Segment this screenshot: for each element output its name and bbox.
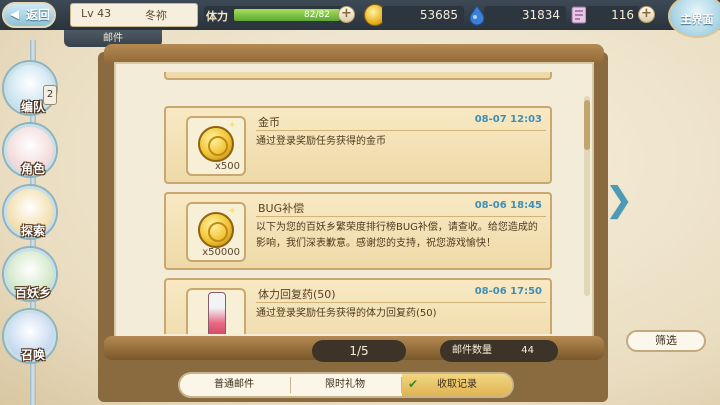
potion-icon [208, 292, 226, 334]
mail-body: 以下为您的百妖乡繁荣度排行榜BUG补偿，请查收。给您造成的影响，我们深表歉意。感… [256, 222, 538, 249]
stamina-bar: 体力 82/82 [204, 6, 352, 24]
gold-value: 53685 [419, 8, 458, 22]
reward-quantity: x500 [214, 161, 240, 172]
mail-item[interactable]: ✦ x500 金币 08-07 12:03 通过登录奖励任务获得的金币 [164, 106, 552, 184]
gem-counter: 31834 [484, 6, 566, 24]
stamina-value: 82/82 [304, 10, 330, 20]
mail-title: 体力回复药(50) [258, 288, 336, 301]
next-page-arrow-icon[interactable]: ❯ [604, 176, 634, 224]
ticket-value: 116 [611, 8, 634, 22]
player-level: Lv 43 [81, 7, 112, 20]
sidebar-item-character[interactable]: 角色 [4, 124, 56, 176]
sidebar-item-label: 角色 [20, 162, 45, 176]
reward-slot: ✦ x50000 [186, 202, 246, 262]
mail-scrollbar[interactable] [584, 96, 590, 296]
mail-title: BUG补偿 [258, 202, 305, 215]
sidebar-item-label: 编队 [20, 100, 45, 114]
mail-title: 金币 [258, 116, 280, 129]
mail-divider [256, 216, 546, 217]
mail-body: 通过登录奖励任务获得的金币 [256, 136, 386, 147]
gold-counter: 53685 [382, 6, 464, 24]
mail-date: 08-06 18:45 [474, 200, 542, 211]
add-ticket-button[interactable]: + [638, 6, 655, 23]
add-stamina-button[interactable]: + [338, 6, 355, 23]
mail-item-partial[interactable] [164, 72, 552, 80]
player-info: Lv 43 冬祢 [70, 3, 198, 27]
sidebar-item-team[interactable]: 2 编队 [4, 62, 57, 114]
player-name: 冬祢 [145, 9, 167, 22]
reward-slot: ✦ x500 [186, 116, 246, 176]
check-icon: ✔ [408, 377, 419, 391]
gem-value: 31834 [521, 8, 560, 22]
filter-button[interactable]: 筛选 [626, 330, 706, 352]
mail-item[interactable]: ✦ x50000 BUG补偿 08-06 18:45 以下为您的百妖乡繁荣度排行… [164, 192, 552, 270]
mail-divider [256, 302, 546, 303]
sidebar-item-summon[interactable]: 召唤 [4, 310, 56, 362]
mail-body: 通过登录奖励任务获得的体力回复药(50) [256, 308, 437, 319]
scrollbar-thumb[interactable] [584, 100, 590, 150]
sparkle-icon: ✦ [228, 120, 237, 131]
mail-date: 08-06 17:50 [474, 286, 542, 297]
back-arrow-icon: ◀ [10, 7, 20, 21]
tab-label: 收取记录 [437, 379, 477, 390]
page-indicator: 1/5 [312, 340, 406, 362]
tab-label: 限时礼物 [325, 379, 365, 390]
ticket-counter: 116 [586, 6, 640, 24]
mail-divider [256, 130, 546, 131]
mail-tabs: 普通邮件 限时礼物 ✔ 收取记录 [178, 372, 514, 398]
sidebar-item-label: 召唤 [20, 348, 45, 362]
reward-slot [186, 288, 246, 334]
mail-count-value: 44 [521, 345, 534, 356]
main-screen-label: 主界面 [680, 13, 714, 26]
gold-coin-icon [198, 126, 234, 162]
mail-list[interactable]: ✦ x500 金币 08-07 12:03 通过登录奖励任务获得的金币 ✦ x5… [160, 72, 554, 334]
sidebar-item-explore[interactable]: 探索 [4, 186, 56, 238]
back-button-label: 返回 [26, 8, 51, 22]
sidebar-item-label: 百妖乡 [14, 286, 51, 300]
sidebar-item-label: 探索 [20, 224, 45, 238]
tab-label: 普通邮件 [214, 379, 254, 390]
sparkle-icon: ✦ [228, 206, 237, 217]
tab-normal-mail[interactable]: 普通邮件 [180, 374, 288, 396]
sidebar-item-village[interactable]: 百妖乡 [4, 248, 56, 300]
mail-date: 08-07 12:03 [474, 114, 542, 125]
mail-item[interactable]: 体力回复药(50) 08-06 17:50 通过登录奖励任务获得的体力回复药(5… [164, 278, 552, 334]
tab-timed-gifts[interactable]: 限时礼物 [291, 374, 399, 396]
reward-quantity: x50000 [202, 247, 240, 258]
mail-count-label: 邮件数量 [452, 345, 492, 356]
back-button[interactable]: ◀ 返回 [2, 2, 56, 28]
stamina-label: 体力 [206, 10, 228, 23]
mail-count: 邮件数量 44 [440, 340, 558, 362]
tab-claim-history[interactable]: ✔ 收取记录 [402, 374, 512, 396]
gold-coin-icon [198, 212, 234, 248]
